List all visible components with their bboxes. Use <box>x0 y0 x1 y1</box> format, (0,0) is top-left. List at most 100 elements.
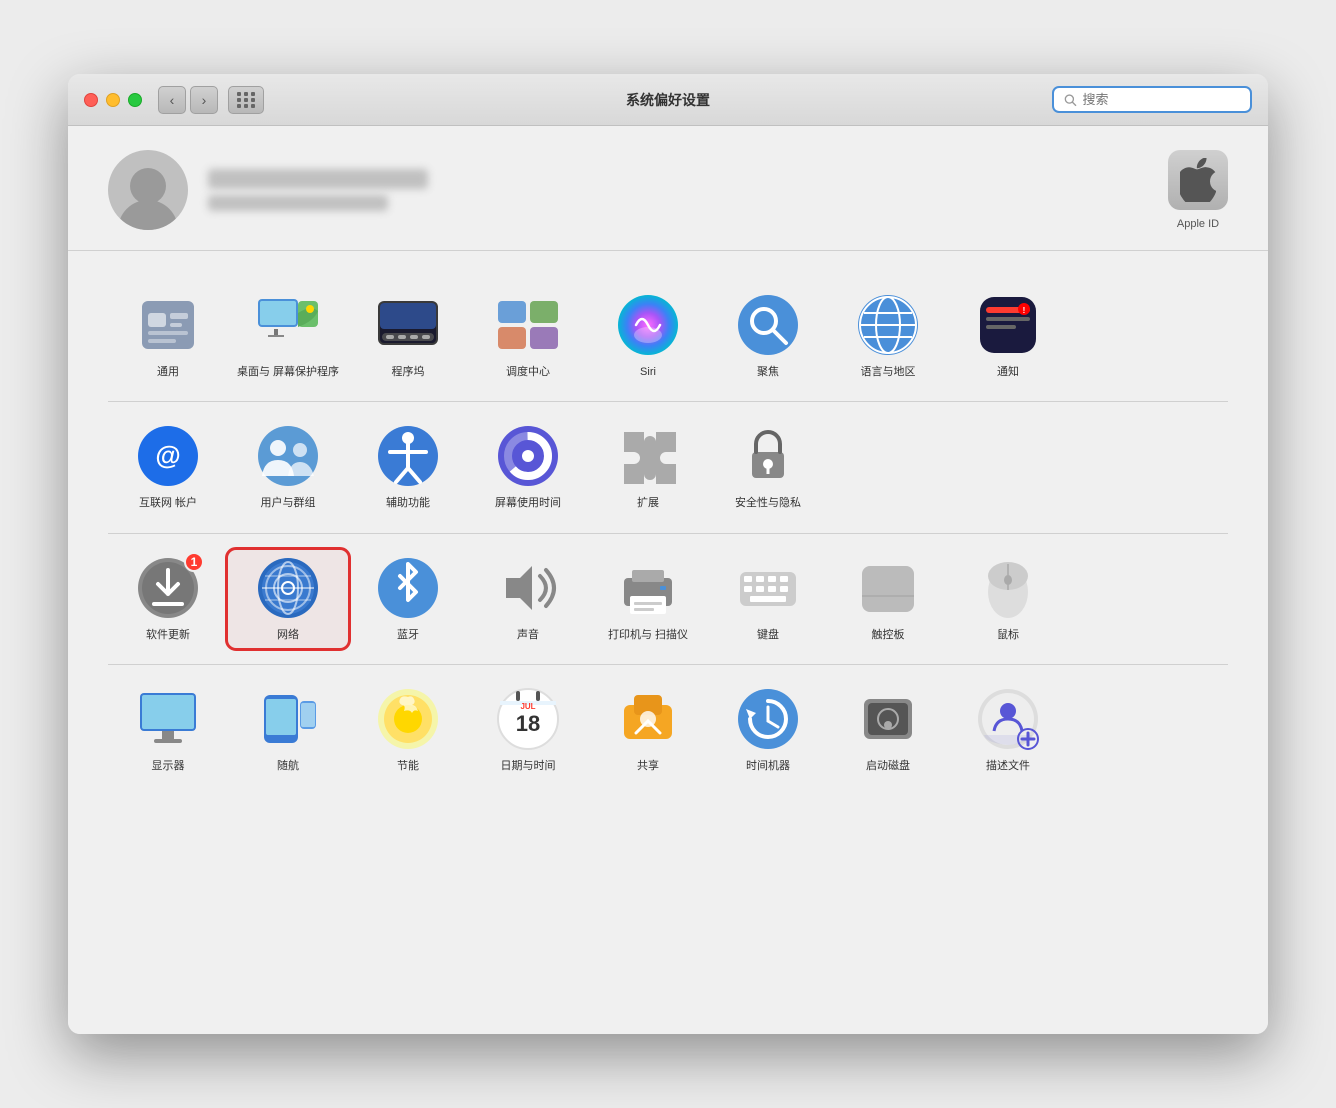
forward-button[interactable]: › <box>190 86 218 114</box>
icon-img-sidecar <box>256 687 320 751</box>
icons-row-3: 显示器 随航 节能 JUL18 日期与时间 共享 时间机器启动磁盘 描述文件 <box>108 665 1228 795</box>
apple-id-section[interactable]: Apple ID <box>1168 150 1228 230</box>
icon-item-displays[interactable]: 显示器 <box>108 681 228 779</box>
icon-img-softwareupdate: 1 <box>136 556 200 620</box>
maximize-button[interactable] <box>128 93 142 107</box>
icon-item-notifications[interactable]: !通知 <box>948 287 1068 385</box>
content: Apple ID 通用 桌面与 屏幕保护程序 程序坞 调度中心 Siri 聚焦语言与地区!… <box>68 126 1268 1034</box>
icon-item-spotlight[interactable]: 聚焦 <box>708 287 828 385</box>
icon-label-security: 安全性与隐私 <box>735 496 801 510</box>
icon-label-energy: 节能 <box>397 759 419 773</box>
icon-item-language[interactable]: 语言与地区 <box>828 287 948 385</box>
icon-item-sound[interactable]: 声音 <box>468 550 588 648</box>
icon-item-energy[interactable]: 节能 <box>348 681 468 779</box>
icon-label-displays: 显示器 <box>152 759 185 773</box>
icon-img-energy <box>376 687 440 751</box>
icons-row-1: @互联网 帐户用户与群组 辅助功能 屏幕使用时间 扩展 安全性与隐私 <box>108 402 1228 533</box>
icon-item-sidecar[interactable]: 随航 <box>228 681 348 779</box>
icon-item-startup[interactable]: 启动磁盘 <box>828 681 948 779</box>
icons-row-0: 通用 桌面与 屏幕保护程序 程序坞 调度中心 Siri 聚焦语言与地区 !通知 <box>108 271 1228 402</box>
icon-item-sharing[interactable]: 共享 <box>588 681 708 779</box>
icon-label-accessibility: 辅助功能 <box>386 496 430 510</box>
icon-item-siri[interactable]: Siri <box>588 287 708 385</box>
search-box[interactable] <box>1052 86 1252 113</box>
icon-label-siri: Siri <box>640 365 656 379</box>
icon-item-internet[interactable]: @互联网 帐户 <box>108 418 228 516</box>
icon-img-spotlight <box>736 293 800 357</box>
profile-section: Apple ID <box>68 126 1268 251</box>
icon-item-extensions[interactable]: 扩展 <box>588 418 708 516</box>
icon-item-desktop[interactable]: 桌面与 屏幕保护程序 <box>228 287 348 385</box>
apple-id-icon[interactable] <box>1168 150 1228 210</box>
icon-img-sound <box>496 556 560 620</box>
icon-item-users[interactable]: 用户与群组 <box>228 418 348 516</box>
icon-img-accessibility <box>376 424 440 488</box>
titlebar: ‹ › 系统偏好设置 <box>68 74 1268 126</box>
svg-text:JUL: JUL <box>520 702 535 711</box>
grid-button[interactable] <box>228 86 264 114</box>
icon-label-desktop: 桌面与 屏幕保护程序 <box>237 365 339 379</box>
icon-item-softwareupdate[interactable]: 1软件更新 <box>108 550 228 648</box>
minimize-button[interactable] <box>106 93 120 107</box>
icon-img-notifications: ! <box>976 293 1040 357</box>
icon-img-printers <box>616 556 680 620</box>
icons-container: 通用 桌面与 屏幕保护程序 程序坞 调度中心 Siri 聚焦语言与地区 !通知 @互联网 帐户… <box>68 251 1268 1034</box>
icon-label-language: 语言与地区 <box>861 365 916 379</box>
icon-item-screentime[interactable]: 屏幕使用时间 <box>468 418 588 516</box>
icon-label-users: 用户与群组 <box>261 496 316 510</box>
icon-item-keyboard[interactable]: 键盘 <box>708 550 828 648</box>
icon-item-dock[interactable]: 程序坞 <box>348 287 468 385</box>
icon-label-screentime: 屏幕使用时间 <box>495 496 561 510</box>
icon-img-mission <box>496 293 560 357</box>
window-title: 系统偏好设置 <box>626 90 710 110</box>
icon-label-sound: 声音 <box>517 628 539 642</box>
icon-label-mission: 调度中心 <box>506 365 550 379</box>
icon-item-datetime[interactable]: JUL18 日期与时间 <box>468 681 588 779</box>
icon-item-security[interactable]: 安全性与隐私 <box>708 418 828 516</box>
apple-id-label: Apple ID <box>1177 218 1219 230</box>
svg-text:@: @ <box>155 440 180 470</box>
badge-softwareupdate: 1 <box>184 552 204 572</box>
icon-label-sidecar: 随航 <box>277 759 299 773</box>
icon-label-general: 通用 <box>157 365 179 379</box>
icon-label-bluetooth: 蓝牙 <box>397 628 419 642</box>
close-button[interactable] <box>84 93 98 107</box>
icon-label-sharing: 共享 <box>637 759 659 773</box>
traffic-lights <box>84 93 142 107</box>
nav-buttons: ‹ › <box>158 86 264 114</box>
icon-item-mission[interactable]: 调度中心 <box>468 287 588 385</box>
icon-label-extensions: 扩展 <box>637 496 659 510</box>
icon-label-printers: 打印机与 扫描仪 <box>608 628 688 642</box>
icon-label-datetime: 日期与时间 <box>501 759 556 773</box>
icon-img-screentime <box>496 424 560 488</box>
icon-img-datetime: JUL18 <box>496 687 560 751</box>
icon-item-bluetooth[interactable]: 蓝牙 <box>348 550 468 648</box>
icon-img-keyboard <box>736 556 800 620</box>
icon-item-network[interactable]: 网络 <box>228 550 348 648</box>
search-input[interactable] <box>1083 92 1240 107</box>
icon-item-trackpad[interactable]: 触控板 <box>828 550 948 648</box>
icon-item-printers[interactable]: 打印机与 扫描仪 <box>588 550 708 648</box>
icon-label-trackpad: 触控板 <box>872 628 905 642</box>
icon-img-mouse <box>976 556 1040 620</box>
icon-item-profiles[interactable]: 描述文件 <box>948 681 1068 779</box>
icon-item-general[interactable]: 通用 <box>108 287 228 385</box>
icon-label-network: 网络 <box>277 628 299 642</box>
icon-img-general <box>136 293 200 357</box>
icon-label-profiles: 描述文件 <box>986 759 1030 773</box>
icon-item-timemachine[interactable]: 时间机器 <box>708 681 828 779</box>
icon-img-timemachine <box>736 687 800 751</box>
icon-img-network <box>256 556 320 620</box>
icon-label-keyboard: 键盘 <box>757 628 779 642</box>
icon-img-security <box>736 424 800 488</box>
icon-item-accessibility[interactable]: 辅助功能 <box>348 418 468 516</box>
back-button[interactable]: ‹ <box>158 86 186 114</box>
icon-item-mouse[interactable]: 鼠标 <box>948 550 1068 648</box>
apple-logo-icon <box>1180 158 1216 202</box>
icon-img-bluetooth <box>376 556 440 620</box>
icon-label-startup: 启动磁盘 <box>866 759 910 773</box>
avatar[interactable] <box>108 150 188 230</box>
icon-label-dock: 程序坞 <box>392 365 425 379</box>
icon-img-dock <box>376 293 440 357</box>
icon-img-language <box>856 293 920 357</box>
